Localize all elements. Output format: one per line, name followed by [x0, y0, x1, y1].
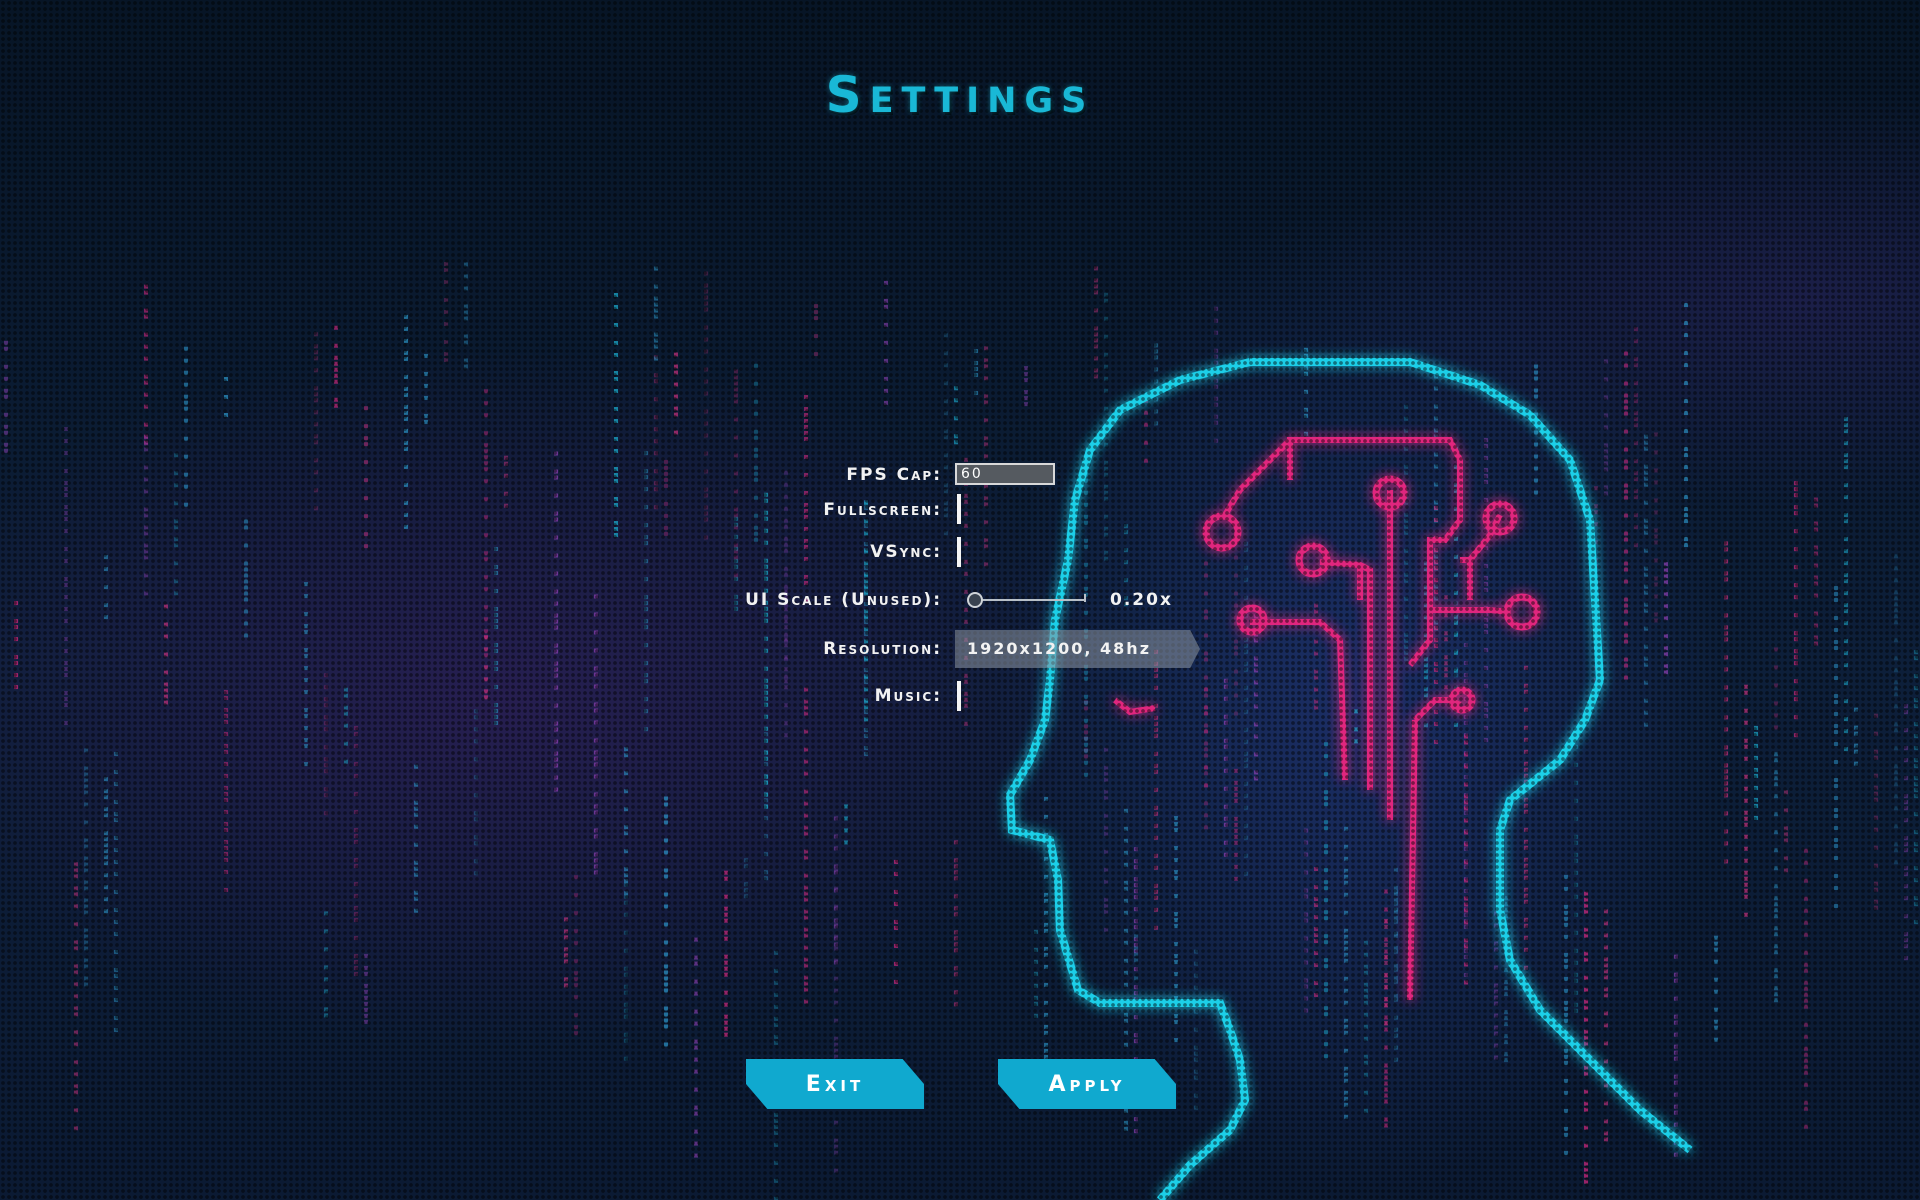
resolution-row: Resolution: 1920x1200, 48hz	[0, 630, 1920, 668]
resolution-label: Resolution:	[823, 639, 942, 659]
fullscreen-label: Fullscreen:	[823, 500, 942, 520]
resolution-dropdown[interactable]: 1920x1200, 48hz	[955, 630, 1200, 668]
music-row: Music:	[0, 681, 1920, 715]
music-checkbox[interactable]	[957, 681, 961, 711]
vsync-label: VSync:	[870, 542, 942, 562]
page-title: Settings	[825, 66, 1095, 124]
fps-cap-label: FPS Cap:	[846, 465, 942, 485]
fps-cap-input[interactable]	[955, 463, 1055, 485]
exit-button[interactable]: Exit	[746, 1059, 924, 1109]
ui-scale-row: UI Scale (Unused): 0.20x	[0, 588, 1920, 622]
apply-button[interactable]: Apply	[998, 1059, 1176, 1109]
vsync-row: VSync:	[0, 537, 1920, 571]
ui-scale-label: UI Scale (Unused):	[745, 590, 942, 610]
ui-scale-slider-knob[interactable]	[967, 592, 983, 608]
vsync-checkbox[interactable]	[957, 537, 961, 567]
music-label: Music:	[874, 686, 942, 706]
ui-scale-slider-track[interactable]	[975, 599, 1085, 601]
ui-scale-slider-end	[1084, 594, 1086, 602]
fullscreen-row: Fullscreen:	[0, 494, 1920, 528]
fullscreen-checkbox[interactable]	[957, 494, 961, 524]
fps-cap-row: FPS Cap:	[0, 463, 1920, 497]
ui-scale-value: 0.20x	[1110, 590, 1173, 610]
